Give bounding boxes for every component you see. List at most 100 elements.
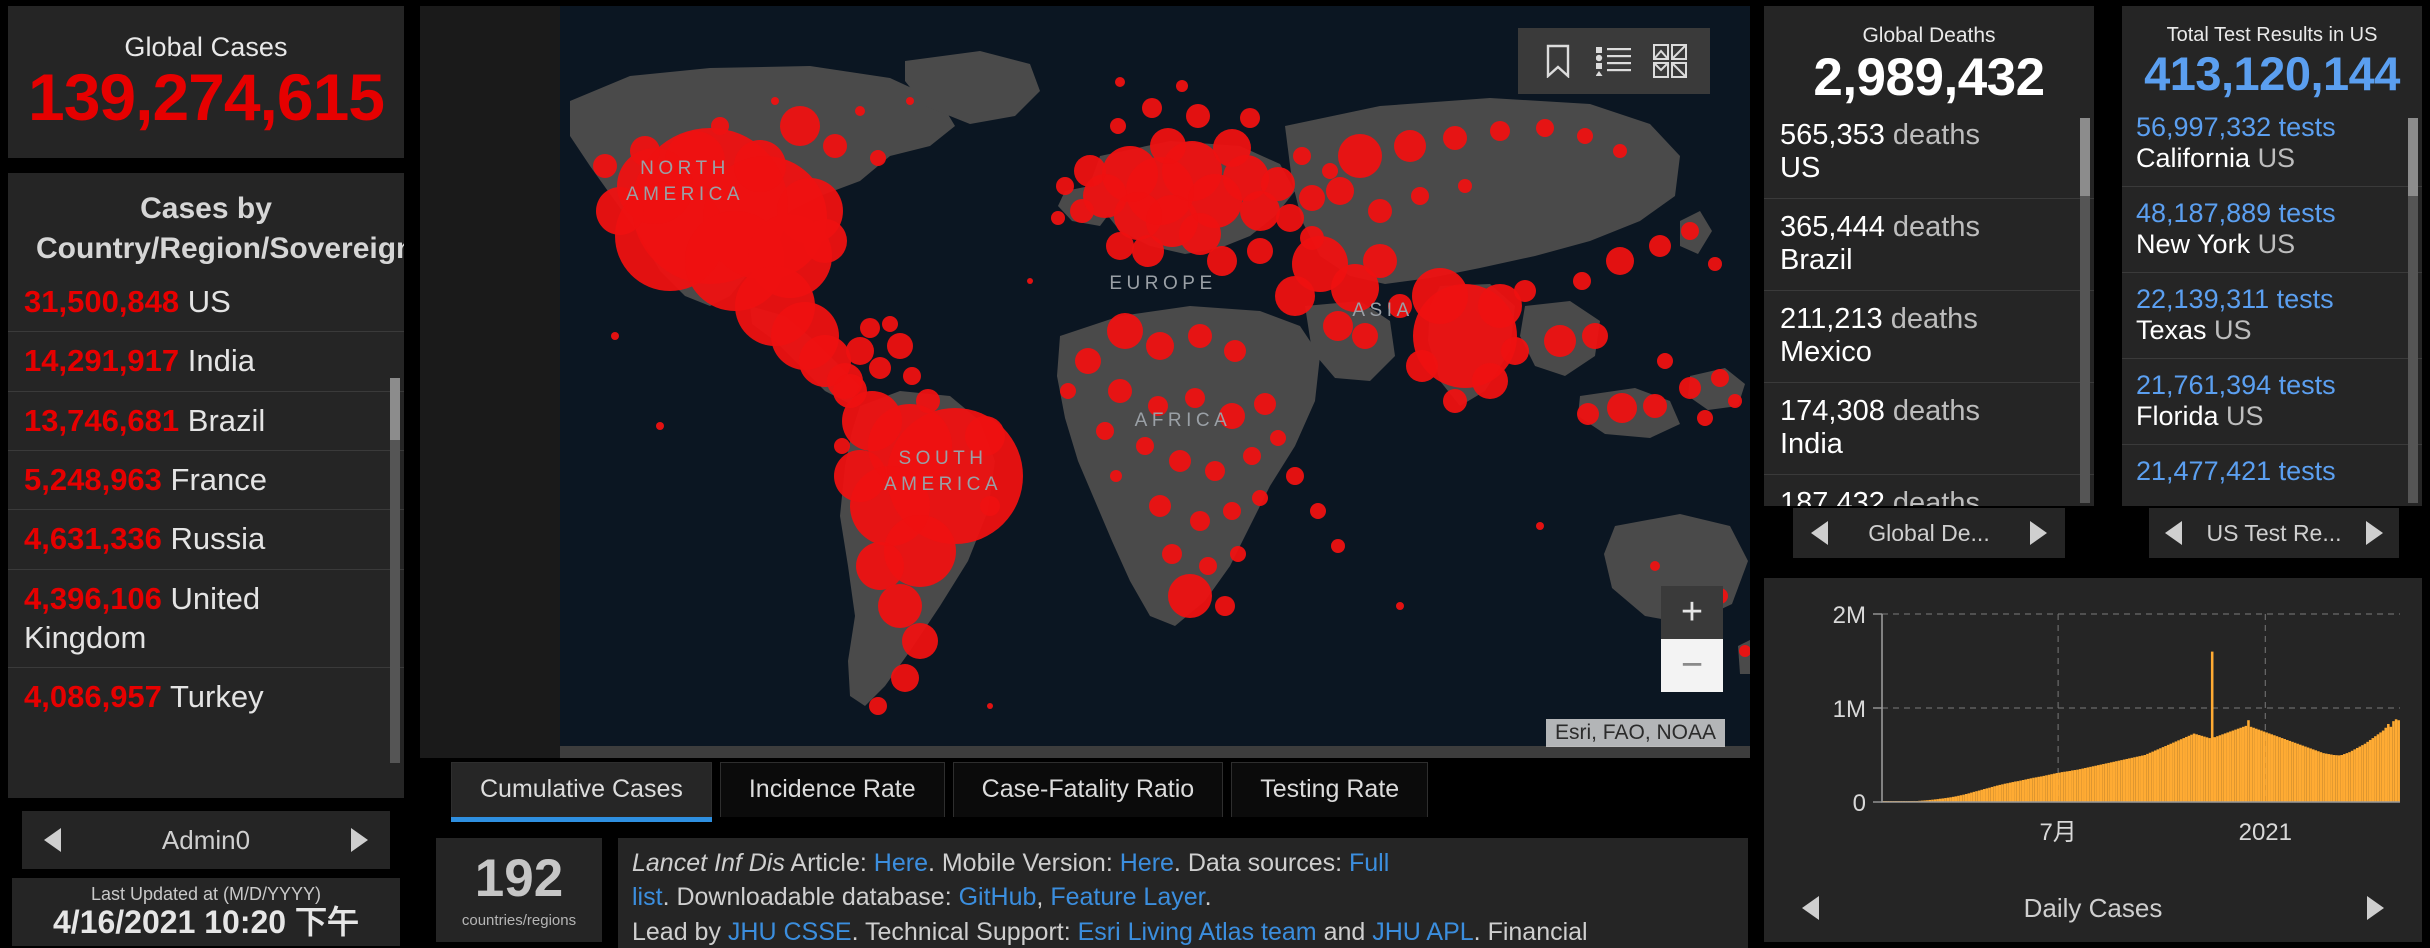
- credit-link[interactable]: Here: [874, 849, 928, 877]
- bookmark-icon: [1546, 44, 1570, 78]
- tests-row[interactable]: 48,187,889 tests New York US: [2122, 186, 2422, 272]
- zoom-in-button[interactable]: +: [1661, 586, 1723, 639]
- deaths-unit: deaths: [1884, 487, 1980, 506]
- scrollbar-thumb[interactable]: [390, 378, 400, 440]
- global-deaths-nav[interactable]: Global De...: [1793, 508, 2065, 558]
- deaths-place: Mexico: [1780, 336, 1872, 369]
- country-row[interactable]: 4,396,106 United Kingdom: [8, 568, 404, 668]
- countries-count: 192: [474, 848, 564, 908]
- triangle-left-icon[interactable]: [1811, 521, 1828, 545]
- country-row[interactable]: 4,631,336 Russia: [8, 509, 404, 568]
- credit-line-3: Lead by JHU CSSE. Technical Support: Esr…: [632, 915, 1734, 948]
- credit-text: . Technical Support:: [851, 917, 1078, 946]
- world-map-graphic[interactable]: [560, 6, 1750, 758]
- tests-row[interactable]: 22,139,311 tests Texas US: [2122, 272, 2422, 358]
- daily-cases-panel: 0 1M 2M 7月 2021 Daily Cases: [1764, 578, 2422, 942]
- credit-link[interactable]: Esri Living Atlas team: [1078, 918, 1317, 946]
- daily-cases-chart[interactable]: 0 1M 2M 7月 2021: [1764, 584, 2422, 874]
- tests-country: US: [2257, 143, 2296, 174]
- credit-link[interactable]: Feature Layer: [1050, 883, 1204, 911]
- tab-case-fatality-ratio[interactable]: Case-Fatality Ratio: [952, 762, 1224, 817]
- credits-panel[interactable]: Lancet Inf Dis Article: Here. Mobile Ver…: [618, 838, 1748, 948]
- country-row[interactable]: 14,291,917 India: [8, 331, 404, 390]
- triangle-right-icon[interactable]: [351, 828, 368, 852]
- triangle-right-icon[interactable]: [2367, 896, 2384, 920]
- tab-testing-rate[interactable]: Testing Rate: [1231, 762, 1429, 817]
- deaths-row[interactable]: 565,353 deaths US: [1764, 107, 2094, 198]
- cases-by-header: Cases by Country/Region/Sovereignty: [36, 192, 404, 265]
- admin0-nav-bar[interactable]: Admin0: [22, 811, 390, 869]
- chart-x-tick-label: 7月: [2039, 819, 2076, 846]
- country-case-count: 4,396,106: [24, 580, 162, 616]
- scrollbar-thumb[interactable]: [2408, 118, 2418, 196]
- triangle-right-icon[interactable]: [2365, 521, 2383, 545]
- tests-row[interactable]: 56,997,332 tests California US: [2122, 101, 2422, 186]
- credit-text: Lancet Inf Dis: [632, 849, 785, 877]
- cases-list-scrollbar[interactable]: [390, 378, 400, 763]
- admin0-label: Admin0: [161, 824, 251, 855]
- deaths-unit: deaths: [1884, 211, 1980, 244]
- tests-place: New York US: [2136, 229, 2296, 260]
- global-cases-panel: Global Cases 139,274,615: [8, 6, 404, 158]
- covid-dashboard: Global Cases 139,274,615 Cases by Countr…: [0, 0, 2430, 948]
- global-cases-value: 139,274,615: [27, 59, 385, 134]
- cases-by-country-list[interactable]: 31,500,848 US 14,291,917 India 13,746,681 …: [8, 273, 404, 727]
- global-deaths-value: 2,989,432: [1813, 48, 2045, 107]
- credit-link[interactable]: list: [632, 883, 663, 911]
- deaths-row[interactable]: 211,213 deaths Mexico: [1764, 290, 2094, 382]
- tab-cumulative-cases[interactable]: Cumulative Cases: [451, 762, 712, 822]
- country-case-count: 31,500,848: [24, 283, 180, 319]
- country-row[interactable]: 4,086,957 Turkey: [8, 667, 404, 726]
- credit-link[interactable]: Full: [1349, 849, 1389, 877]
- map-zoom-controls[interactable]: + −: [1661, 586, 1723, 692]
- country-row[interactable]: 31,500,848 US: [8, 273, 404, 331]
- scrollbar-thumb[interactable]: [2080, 118, 2090, 196]
- us-tests-nav[interactable]: US Test Re...: [2149, 508, 2399, 558]
- credit-link[interactable]: JHU APL: [1372, 918, 1473, 946]
- country-row[interactable]: 13,746,681 Brazil: [8, 390, 404, 450]
- credit-text: . Mobile Version:: [927, 849, 1120, 877]
- tests-unit: tests: [2271, 456, 2336, 487]
- credit-text: . Downloadable database:: [662, 883, 959, 912]
- us-tests-panel: Total Test Results in US 413,120,144 56,…: [2122, 6, 2422, 506]
- basemap-gallery-button[interactable]: [1644, 38, 1696, 84]
- deaths-row[interactable]: 174,308 deaths India: [1764, 382, 2094, 474]
- tests-count: 22,139,311: [2136, 284, 2270, 315]
- tests-place: Florida US: [2136, 401, 2264, 432]
- triangle-left-icon[interactable]: [44, 828, 61, 852]
- us-tests-list[interactable]: 56,997,332 tests California US 48,187,889 …: [2122, 101, 2422, 499]
- credit-link[interactable]: Here: [1120, 849, 1174, 877]
- country-name: Russia: [161, 521, 266, 557]
- country-case-count: 4,086,957: [24, 679, 162, 715]
- daily-cases-nav[interactable]: Daily Cases: [1784, 880, 2402, 936]
- daily-cases-label: Daily Cases: [2023, 892, 2163, 923]
- deaths-row[interactable]: 365,444 deaths Brazil: [1764, 198, 2094, 290]
- country-row[interactable]: 5,248,963 France: [8, 449, 404, 509]
- legend-button[interactable]: [1588, 38, 1640, 84]
- left-column: Global Cases 139,274,615 Cases by Countr…: [8, 6, 404, 946]
- map-canvas[interactable]: NORTH AMERICA SOUTH AMERICA EUROPE AFRIC…: [560, 6, 1750, 758]
- deaths-list-scrollbar[interactable]: [2080, 118, 2090, 503]
- basemap-gallery-icon: [1653, 44, 1687, 78]
- map-tools-bar[interactable]: [1518, 28, 1710, 94]
- credit-link[interactable]: GitHub: [959, 883, 1037, 911]
- triangle-left-icon[interactable]: [1802, 896, 1819, 920]
- tests-row[interactable]: 21,761,394 tests Florida US: [2122, 358, 2422, 444]
- deaths-row-partial[interactable]: 187,432 deaths: [1764, 474, 2094, 506]
- bookmarks-button[interactable]: [1532, 38, 1584, 84]
- tests-list-scrollbar[interactable]: [2408, 118, 2418, 503]
- country-name: US: [179, 283, 231, 319]
- tab-incidence-rate[interactable]: Incidence Rate: [719, 762, 945, 817]
- credit-text: Article:: [784, 849, 874, 877]
- triangle-right-icon[interactable]: [2029, 521, 2047, 545]
- tests-row-partial[interactable]: 21,477,421 tests: [2122, 444, 2422, 499]
- zoom-out-button[interactable]: −: [1661, 639, 1723, 692]
- map-panel[interactable]: NORTH AMERICA SOUTH AMERICA EUROPE AFRIC…: [420, 6, 1750, 758]
- last-updated-panel: Last Updated at (M/D/YYYY) 4/16/2021 10:…: [12, 878, 400, 946]
- triangle-left-icon[interactable]: [2165, 521, 2182, 545]
- credit-link[interactable]: JHU CSSE: [728, 918, 852, 946]
- global-deaths-list[interactable]: 565,353 deaths US 365,444 deaths Brazil 211,…: [1764, 107, 2094, 506]
- tests-country: US: [2214, 315, 2252, 346]
- tests-unit: tests: [2269, 284, 2334, 315]
- map-tabs[interactable]: Cumulative Cases Incidence Rate Case-Fatal…: [451, 762, 1429, 822]
